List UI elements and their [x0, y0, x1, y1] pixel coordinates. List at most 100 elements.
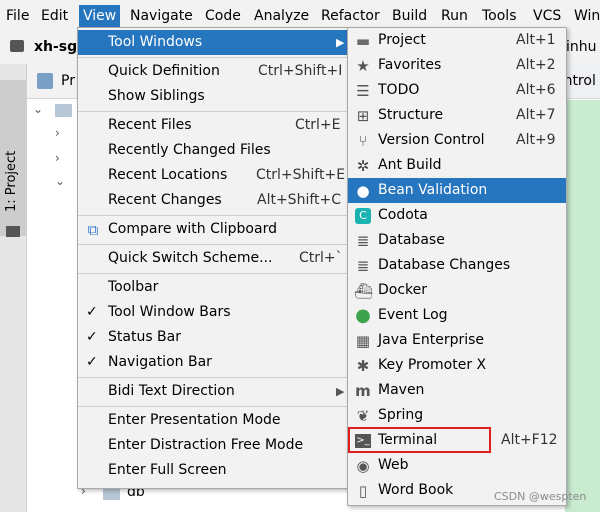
submenu-item-structure[interactable]: ⊞ Structure Alt+7 — [348, 103, 566, 128]
submenu-item-database-changes[interactable]: ≣ Database Changes — [348, 253, 566, 278]
submenu-item-label: Web — [378, 457, 409, 473]
java-enterprise-icon: ▦ — [355, 332, 371, 350]
chevron-down-icon[interactable]: ⌄ — [33, 102, 43, 116]
menu-item-tool-window-bars[interactable]: ✓ Tool Window Bars — [78, 300, 349, 325]
folder-icon: ▬ — [355, 32, 371, 50]
menu-view[interactable]: View — [78, 5, 121, 27]
submenu-item-label: Database — [378, 232, 445, 248]
submenu-item-database[interactable]: ≣ Database — [348, 228, 566, 253]
menu-item-label: Enter Distraction Free Mode — [108, 437, 304, 453]
menu-item-recently-changed-files[interactable]: Recently Changed Files — [78, 138, 349, 163]
menu-item-label: Bidi Text Direction — [108, 383, 235, 399]
menu-item-show-siblings[interactable]: Show Siblings — [78, 84, 349, 109]
submenu-item-label: Word Book — [378, 482, 454, 498]
menu-item-shortcut: Alt+Shift+C — [257, 192, 342, 208]
version-control-icon: ⑂ — [358, 132, 368, 150]
menu-item-label: Tool Window Bars — [108, 304, 231, 320]
menu-vcs[interactable]: VCS — [533, 6, 561, 26]
menu-item-label: Quick Switch Scheme... — [108, 250, 273, 266]
project-tool-label: 1: Project — [4, 150, 19, 212]
submenu-item-todo[interactable]: ☰ TODO Alt+6 — [348, 78, 566, 103]
submenu-item-label: Version Control — [378, 132, 485, 148]
menu-separator — [78, 377, 349, 378]
menu-item-shortcut: Ctrl+Shift+I — [258, 63, 343, 79]
star-icon: ★ — [356, 57, 370, 75]
menu-analyze[interactable]: Analyze — [254, 6, 309, 26]
menu-item-label: Tool Windows — [108, 34, 203, 50]
event-log-icon: ● — [355, 305, 371, 326]
submenu-item-version-control[interactable]: ⑂ Version Control Alt+9 — [348, 128, 566, 153]
menu-tools[interactable]: Tools — [482, 6, 517, 26]
menu-refactor[interactable]: Refactor — [321, 6, 380, 26]
spring-icon: ❦ — [356, 407, 370, 425]
menu-item-enter-presentation-mode[interactable]: Enter Presentation Mode — [78, 408, 349, 433]
menu-edit[interactable]: Edit — [41, 6, 68, 26]
chevron-down-icon[interactable]: ⌄ — [55, 174, 65, 188]
submenu-item-ant-build[interactable]: ✲ Ant Build — [348, 153, 566, 178]
submenu-item-codota[interactable]: C Codota — [348, 203, 566, 228]
project-icon — [10, 40, 24, 52]
submenu-item-label: Java Enterprise — [378, 332, 485, 348]
submenu-item-label: Maven — [378, 382, 425, 398]
menu-item-enter-full-screen[interactable]: Enter Full Screen — [78, 458, 349, 483]
menu-window[interactable]: Win — [574, 6, 600, 26]
menu-item-shortcut: Ctrl+E — [295, 117, 341, 133]
submenu-item-project[interactable]: ▬ Project Alt+1 — [348, 28, 566, 53]
submenu-item-shortcut: Alt+F12 — [501, 432, 558, 448]
editor-gutter — [565, 100, 600, 512]
word-book-icon: ▯ — [358, 482, 368, 500]
menu-file[interactable]: File — [6, 6, 29, 26]
submenu-item-key-promoter-x[interactable]: ✱ Key Promoter X — [348, 353, 566, 378]
project-panel-title[interactable]: Pr — [61, 73, 75, 89]
menu-item-label: Quick Definition — [108, 63, 220, 79]
menu-item-bidi-text-direction[interactable]: Bidi Text Direction ▶ — [78, 379, 349, 404]
menu-build[interactable]: Build — [392, 6, 427, 26]
menu-item-tool-windows[interactable]: Tool Windows ▶ — [78, 30, 349, 55]
submenu-item-event-log[interactable]: ● Event Log — [348, 303, 566, 328]
menu-bar: File Edit View Navigate Code Analyze Ref… — [0, 0, 600, 30]
folder-icon — [55, 104, 72, 117]
menu-navigate[interactable]: Navigate — [130, 6, 193, 26]
menu-item-status-bar[interactable]: ✓ Status Bar — [78, 325, 349, 350]
menu-item-enter-distraction-free-mode[interactable]: Enter Distraction Free Mode — [78, 433, 349, 458]
submenu-item-bean-validation[interactable]: ● Bean Validation — [348, 178, 566, 203]
chevron-right-icon[interactable]: › — [55, 126, 60, 140]
menu-separator — [78, 244, 349, 245]
checkmark-icon: ✓ — [86, 354, 98, 370]
chevron-right-icon[interactable]: › — [55, 151, 60, 165]
menu-item-recent-locations[interactable]: Recent Locations Ctrl+Shift+E — [78, 163, 349, 188]
menu-item-label: Enter Full Screen — [108, 462, 227, 478]
submenu-item-favorites[interactable]: ★ Favorites Alt+2 — [348, 53, 566, 78]
menu-item-recent-files[interactable]: Recent Files Ctrl+E — [78, 113, 349, 138]
menu-code[interactable]: Code — [205, 6, 241, 26]
maven-icon: m — [355, 382, 371, 400]
menu-item-label: Show Siblings — [108, 88, 205, 104]
submenu-item-spring[interactable]: ❦ Spring — [348, 403, 566, 428]
menu-separator — [78, 57, 349, 58]
menu-item-shortcut: Ctrl+` — [299, 250, 343, 266]
menu-run[interactable]: Run — [441, 6, 468, 26]
docker-icon: ⛴ — [354, 282, 374, 300]
submenu-item-web[interactable]: ◉ Web — [348, 453, 566, 478]
submenu-item-shortcut: Alt+9 — [516, 132, 556, 148]
menu-item-navigation-bar[interactable]: ✓ Navigation Bar — [78, 350, 349, 375]
project-tool-button[interactable]: 1: Project — [0, 80, 26, 237]
breadcrumb-right[interactable]: inhu — [566, 39, 597, 55]
submenu-item-docker[interactable]: ⛴ Docker — [348, 278, 566, 303]
codota-icon: C — [355, 208, 371, 224]
menu-item-toolbar[interactable]: Toolbar — [78, 275, 349, 300]
submenu-item-maven[interactable]: m Maven — [348, 378, 566, 403]
submenu-item-java-enterprise[interactable]: ▦ Java Enterprise — [348, 328, 566, 353]
menu-item-quick-switch-scheme[interactable]: Quick Switch Scheme... Ctrl+` — [78, 246, 349, 271]
menu-item-recent-changes[interactable]: Recent Changes Alt+Shift+C — [78, 188, 349, 213]
todo-list-icon: ☰ — [356, 82, 370, 100]
menu-item-label: Navigation Bar — [108, 354, 212, 370]
submenu-item-shortcut: Alt+7 — [516, 107, 556, 123]
menu-item-shortcut: Ctrl+Shift+E — [256, 167, 346, 183]
submenu-item-label: Structure — [378, 107, 444, 123]
clipboard-compare-icon: ⧉ — [87, 221, 99, 239]
submenu-item-shortcut: Alt+6 — [516, 82, 556, 98]
menu-item-quick-definition[interactable]: Quick Definition Ctrl+Shift+I — [78, 59, 349, 84]
project-view-icon — [37, 73, 53, 89]
menu-item-compare-clipboard[interactable]: ⧉ Compare with Clipboard — [78, 217, 349, 242]
